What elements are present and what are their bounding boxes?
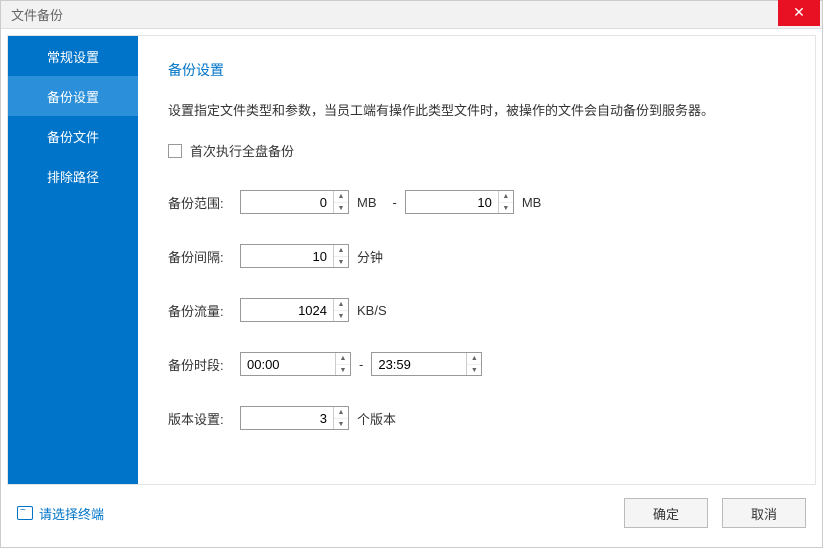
ok-button[interactable]: 确定	[624, 498, 708, 528]
window: 文件备份 ✕ 常规设置 备份设置 备份文件 排除路径 备份	[0, 0, 823, 548]
version-input[interactable]	[241, 407, 333, 429]
spinner-buttons: ▲ ▼	[333, 299, 348, 321]
backup-interval-row: 备份间隔: ▲ ▼ 分钟	[168, 244, 785, 268]
dash: -	[393, 195, 397, 210]
backup-period-label: 备份时段:	[168, 355, 240, 374]
sidebar-item-backup-files[interactable]: 备份文件	[8, 116, 138, 156]
backup-interval-input[interactable]	[241, 245, 333, 267]
first-full-backup-row: 首次执行全盘备份	[168, 141, 785, 160]
titlebar: 文件备份 ✕	[1, 1, 822, 29]
backup-range-to-spinner[interactable]: ▲ ▼	[405, 190, 514, 214]
sidebar-item-exclude-paths[interactable]: 排除路径	[8, 156, 138, 196]
spinner-buttons: ▲ ▼	[498, 191, 513, 213]
backup-period-row: 备份时段: ▲ ▼ - ▲ ▼	[168, 352, 785, 376]
ok-button-label: 确定	[653, 504, 679, 523]
chevron-down-icon[interactable]: ▼	[334, 202, 348, 213]
backup-interval-label: 备份间隔:	[168, 247, 240, 266]
chevron-up-icon[interactable]: ▲	[336, 353, 350, 364]
terminal-icon	[17, 506, 33, 520]
first-full-backup-checkbox[interactable]	[168, 144, 182, 158]
backup-traffic-spinner[interactable]: ▲ ▼	[240, 298, 349, 322]
chevron-up-icon[interactable]: ▲	[334, 299, 348, 310]
main-panel: 备份设置 设置指定文件类型和参数，当员工端有操作此类型文件时，被操作的文件会自动…	[138, 36, 815, 484]
sidebar-item-backup-settings[interactable]: 备份设置	[8, 76, 138, 116]
chevron-down-icon[interactable]: ▼	[334, 310, 348, 321]
backup-range-unit-1: MB	[357, 195, 377, 210]
cancel-button[interactable]: 取消	[722, 498, 806, 528]
backup-traffic-input[interactable]	[241, 299, 333, 321]
spinner-buttons: ▲ ▼	[333, 245, 348, 267]
close-icon: ✕	[793, 4, 805, 21]
section-title: 备份设置	[168, 60, 785, 80]
backup-period-to-input[interactable]	[372, 353, 466, 375]
backup-interval-unit: 分钟	[357, 247, 383, 266]
backup-period-from-input[interactable]	[241, 353, 335, 375]
spinner-buttons: ▲ ▼	[333, 191, 348, 213]
spinner-buttons: ▲ ▼	[335, 353, 350, 375]
version-unit: 个版本	[357, 409, 396, 428]
close-button[interactable]: ✕	[778, 0, 820, 26]
chevron-up-icon[interactable]: ▲	[467, 353, 481, 364]
footer: 请选择终端 确定 取消	[7, 485, 816, 541]
backup-traffic-unit: KB/S	[357, 303, 387, 318]
backup-range-row: 备份范围: ▲ ▼ MB - ▲ ▼	[168, 190, 785, 214]
spinner-buttons: ▲ ▼	[466, 353, 481, 375]
chevron-down-icon[interactable]: ▼	[336, 364, 350, 375]
content: 常规设置 备份设置 备份文件 排除路径 备份设置 设置指定文件类型和参数，当员工…	[7, 35, 816, 485]
sidebar-item-label: 排除路径	[47, 167, 99, 186]
backup-range-unit-2: MB	[522, 195, 542, 210]
sidebar: 常规设置 备份设置 备份文件 排除路径	[8, 36, 138, 484]
sidebar-item-label: 备份文件	[47, 127, 99, 146]
window-body: 常规设置 备份设置 备份文件 排除路径 备份设置 设置指定文件类型和参数，当员工…	[1, 29, 822, 547]
chevron-up-icon[interactable]: ▲	[334, 245, 348, 256]
backup-traffic-label: 备份流量:	[168, 301, 240, 320]
chevron-down-icon[interactable]: ▼	[499, 202, 513, 213]
backup-interval-spinner[interactable]: ▲ ▼	[240, 244, 349, 268]
backup-period-to-spinner[interactable]: ▲ ▼	[371, 352, 482, 376]
chevron-down-icon[interactable]: ▼	[334, 256, 348, 267]
footer-buttons: 确定 取消	[624, 498, 806, 528]
spinner-buttons: ▲ ▼	[333, 407, 348, 429]
backup-range-label: 备份范围:	[168, 193, 240, 212]
backup-range-from-input[interactable]	[241, 191, 333, 213]
first-full-backup-label: 首次执行全盘备份	[190, 141, 294, 160]
select-terminal-link[interactable]: 请选择终端	[17, 504, 104, 523]
backup-period-from-spinner[interactable]: ▲ ▼	[240, 352, 351, 376]
backup-traffic-row: 备份流量: ▲ ▼ KB/S	[168, 298, 785, 322]
backup-range-from-spinner[interactable]: ▲ ▼	[240, 190, 349, 214]
sidebar-item-label: 备份设置	[47, 87, 99, 106]
select-terminal-label: 请选择终端	[39, 504, 104, 523]
sidebar-item-general[interactable]: 常规设置	[8, 36, 138, 76]
version-row: 版本设置: ▲ ▼ 个版本	[168, 406, 785, 430]
window-title: 文件备份	[1, 5, 63, 24]
chevron-down-icon[interactable]: ▼	[467, 364, 481, 375]
backup-range-to-input[interactable]	[406, 191, 498, 213]
sidebar-item-label: 常规设置	[47, 47, 99, 66]
chevron-up-icon[interactable]: ▲	[334, 191, 348, 202]
chevron-down-icon[interactable]: ▼	[334, 418, 348, 429]
dash: -	[359, 357, 363, 372]
chevron-up-icon[interactable]: ▲	[499, 191, 513, 202]
version-label: 版本设置:	[168, 409, 240, 428]
chevron-up-icon[interactable]: ▲	[334, 407, 348, 418]
cancel-button-label: 取消	[751, 504, 777, 523]
version-spinner[interactable]: ▲ ▼	[240, 406, 349, 430]
section-description: 设置指定文件类型和参数，当员工端有操作此类型文件时，被操作的文件会自动备份到服务…	[168, 100, 785, 119]
